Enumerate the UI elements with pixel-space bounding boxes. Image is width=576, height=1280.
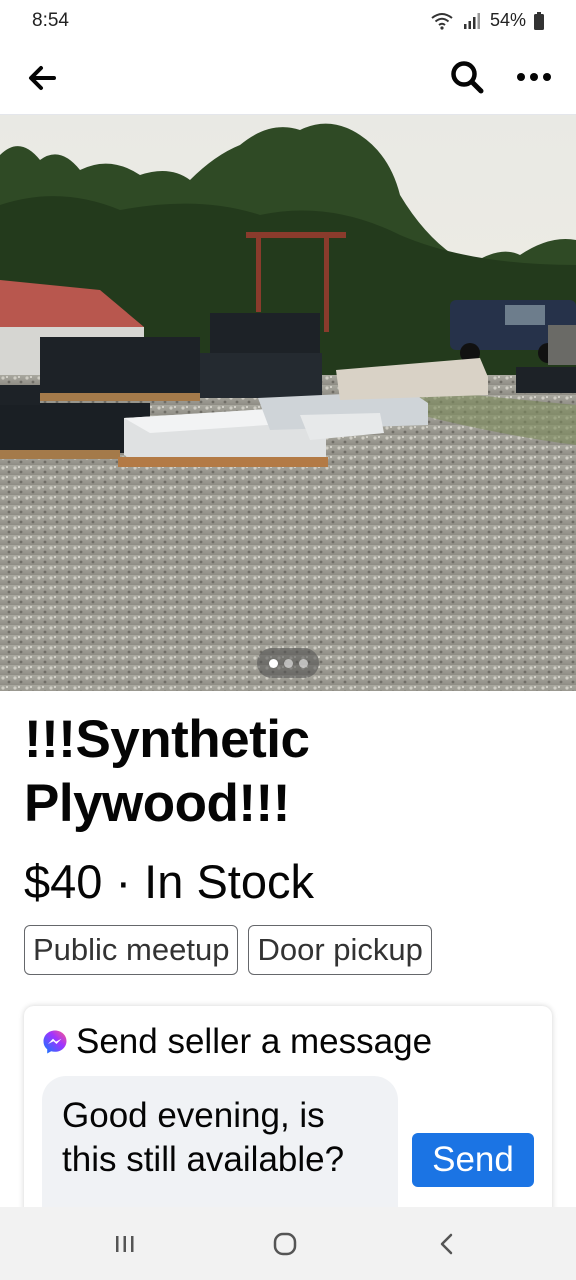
status-icons: 54% xyxy=(430,10,544,31)
back-nav-icon[interactable] xyxy=(432,1229,462,1259)
home-icon[interactable] xyxy=(270,1229,300,1259)
more-icon[interactable] xyxy=(514,58,554,96)
recent-apps-icon[interactable] xyxy=(110,1229,140,1259)
system-nav-bar xyxy=(0,1207,576,1280)
wifi-icon xyxy=(431,12,453,30)
message-card-title: Send seller a message xyxy=(76,1022,433,1061)
listing-title: !!!Synthetic Plywood!!! xyxy=(24,710,310,833)
listing-photo[interactable] xyxy=(0,115,576,691)
search-icon[interactable] xyxy=(448,58,486,96)
battery-icon xyxy=(534,11,544,30)
signal-icon xyxy=(463,12,480,29)
pager-dot xyxy=(283,658,293,668)
pager-dot xyxy=(298,658,308,668)
status-time: 8:54 xyxy=(32,10,69,31)
status-bar: 8:54 54% xyxy=(0,0,576,40)
tag-door-pickup: Door pickup xyxy=(248,925,432,975)
pager-dot-active xyxy=(268,658,278,668)
listing-price-status: $40 · In Stock xyxy=(24,855,314,908)
messenger-icon xyxy=(43,1030,67,1054)
delivery-tags: Public meetup Door pickup xyxy=(24,925,432,975)
send-button[interactable]: Send xyxy=(412,1133,534,1187)
tag-public-meetup: Public meetup xyxy=(24,925,239,975)
message-card-header: Send seller a message xyxy=(42,1022,432,1062)
battery-percent: 54% xyxy=(489,10,526,30)
back-arrow-icon[interactable] xyxy=(24,60,60,96)
top-app-bar xyxy=(0,40,576,115)
photo-pager[interactable] xyxy=(257,648,319,678)
